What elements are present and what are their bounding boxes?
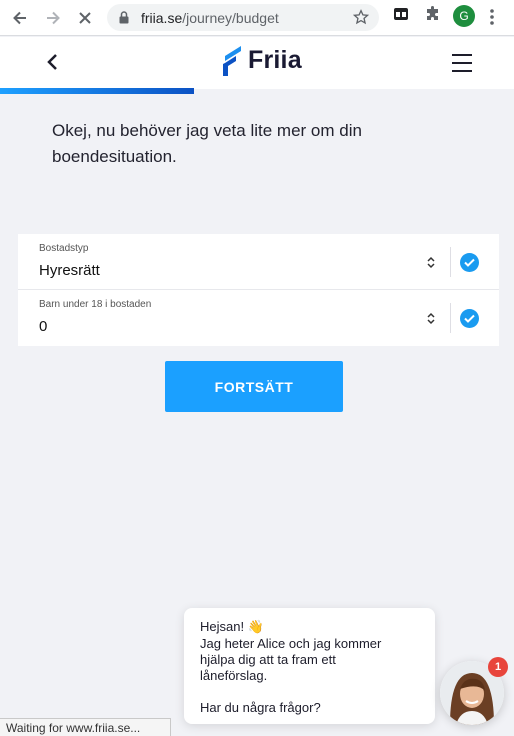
select-arrows-icon [427, 312, 435, 330]
question-text: Okej, nu behöver jag veta lite mer om di… [52, 121, 362, 166]
chat-greeting: Hejsan! 👋 [200, 619, 264, 634]
chat-message-bubble[interactable]: Hejsan! 👋 Jag heter Alice och jag kommer… [184, 608, 435, 724]
friia-logo-mark-icon [223, 46, 241, 76]
chat-line: hjälpa dig att ta fram ett [200, 652, 336, 667]
tab-extension-icon[interactable] [393, 6, 409, 27]
check-icon [460, 253, 479, 272]
back-arrow-icon[interactable] [8, 6, 32, 30]
url-text: friia.se/journey/budget [141, 10, 279, 26]
stop-loading-icon[interactable] [73, 6, 97, 30]
forward-arrow-icon[interactable] [41, 6, 65, 30]
select-arrows-icon [427, 256, 435, 274]
check-icon [460, 309, 479, 328]
extensions-puzzle-icon[interactable] [425, 6, 441, 27]
continue-button[interactable]: FORTSÄTT [165, 361, 343, 412]
back-chevron-icon[interactable] [44, 51, 60, 78]
chat-line: Jag heter Alice och jag kommer [200, 636, 382, 651]
browser-menu-icon[interactable] [489, 9, 495, 30]
hamburger-menu-icon[interactable] [452, 54, 472, 78]
chat-line: låneförslag. [200, 668, 268, 683]
housing-type-select[interactable]: Bostadstyp Hyresrätt [18, 234, 499, 290]
url-path: /journey/budget [182, 10, 279, 26]
progress-bar [0, 88, 194, 94]
profile-avatar[interactable]: G [453, 5, 475, 27]
logo-text: Friia [248, 45, 302, 74]
field-label: Barn under 18 i bostaden [39, 299, 152, 310]
address-bar[interactable]: friia.se/journey/budget [107, 4, 379, 31]
field-value: Hyresrätt [39, 262, 100, 279]
browser-toolbar: friia.se/journey/budget G [0, 0, 514, 36]
chat-question: Har du några frågor? [200, 700, 321, 715]
browser-status-bar: Waiting for www.friia.se... [0, 718, 171, 736]
divider [450, 303, 451, 333]
unread-badge: 1 [488, 657, 508, 677]
url-host: friia.se [141, 10, 183, 26]
field-label: Bostadstyp [39, 243, 89, 254]
field-value: 0 [39, 318, 48, 335]
divider [450, 247, 451, 277]
app-header: Friia [0, 37, 514, 89]
children-count-select[interactable]: Barn under 18 i bostaden 0 [18, 290, 499, 346]
lock-icon [119, 11, 129, 29]
friia-logo[interactable]: Friia [220, 42, 302, 78]
housing-form: Bostadstyp Hyresrätt Barn under 18 i bos… [18, 234, 499, 346]
bookmark-star-icon[interactable] [352, 9, 370, 30]
